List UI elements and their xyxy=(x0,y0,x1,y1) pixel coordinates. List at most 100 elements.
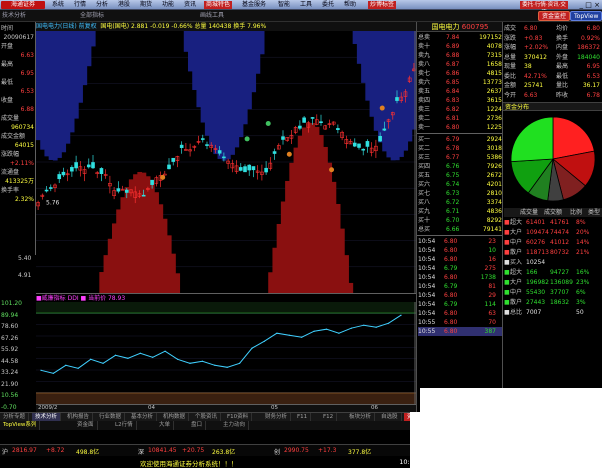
flow-ratio: 21% xyxy=(576,249,590,256)
kline-chart-area[interactable]: 国电电力(日线) 前复权 国电(国电) 2.881 -0.019 -0.66% … xyxy=(36,22,416,412)
stat-value2: 186372 xyxy=(577,44,600,51)
maximize-icon[interactable]: □ xyxy=(585,1,592,9)
order-row[interactable]: 买一 6.79 2924 xyxy=(418,135,502,144)
flow-row: ■ 大户 196982 136089 23% xyxy=(504,278,602,287)
order-row[interactable]: 卖二 6.81 2736 xyxy=(418,114,502,123)
order-row[interactable]: 买十 6.70 8292 xyxy=(418,216,502,225)
order-row[interactable]: 卖九 6.88 7315 xyxy=(418,51,502,60)
flow-key: 散户 xyxy=(510,299,523,306)
candlestick-plot[interactable]: 5.76 xyxy=(36,31,416,293)
menu-item[interactable]: 基金服务 xyxy=(240,1,268,9)
menu-item[interactable]: 港股 xyxy=(116,1,132,9)
top-right-label[interactable]: 委托·行情·资讯·交流 xyxy=(520,1,568,16)
tick-volume: 63 xyxy=(488,310,496,317)
toolbar-all-indicators[interactable]: 全部指标 xyxy=(80,11,104,20)
tick-price: 6.79 xyxy=(444,283,458,290)
order-row[interactable]: 总卖 7.84 197152 xyxy=(418,33,502,42)
order-row[interactable]: 买三 6.77 5386 xyxy=(418,153,502,162)
menu-item[interactable]: 商城特色 xyxy=(204,1,233,9)
tick-price: 6.80 xyxy=(444,256,458,263)
toolbar-tech-analysis[interactable]: 技术分析 xyxy=(2,11,26,20)
close-icon[interactable]: × xyxy=(594,1,600,9)
stat-value: 6.80 xyxy=(524,25,538,32)
bar-info-key: 时间 xyxy=(1,25,14,32)
bottom-tab-2[interactable]: 主力动向 xyxy=(220,421,250,430)
order-row[interactable]: 卖七 6.86 4815 xyxy=(418,69,502,78)
bar-info-row: 开盘 xyxy=(1,42,35,51)
flow-bullet-icon: ■ xyxy=(504,239,510,246)
bottom-tab-2[interactable]: 资金面 xyxy=(74,421,98,430)
indicator-plot[interactable] xyxy=(36,302,416,404)
order-price: 6.82 xyxy=(446,106,460,113)
order-row[interactable]: 买五 6.75 2672 xyxy=(418,171,502,180)
indicator-point xyxy=(263,340,266,342)
order-row[interactable]: 卖一 6.80 1225 xyxy=(418,123,502,132)
menu-item[interactable]: 委托 xyxy=(320,1,336,9)
tick-price: 6.80 xyxy=(444,319,458,326)
order-price: 6.85 xyxy=(446,79,460,86)
order-row[interactable]: 买九 6.71 4836 xyxy=(418,207,502,216)
fund-monitor-button[interactable]: 资金监控 xyxy=(538,11,571,21)
order-row[interactable]: 卖三 6.82 1224 xyxy=(418,105,502,114)
index-value: 10841.45 xyxy=(148,447,177,454)
order-label: 买九 xyxy=(418,208,431,215)
order-volume: 1225 xyxy=(486,124,502,131)
order-price: 6.74 xyxy=(446,181,460,188)
order-row[interactable]: 买四 6.76 7926 xyxy=(418,162,502,171)
menu-item[interactable]: 帮助 xyxy=(342,1,358,9)
order-label: 卖九 xyxy=(418,52,431,59)
app-logo[interactable]: 海通证券 xyxy=(1,1,45,9)
order-row[interactable]: 卖八 6.87 1658 xyxy=(418,60,502,69)
bottom-tab-2[interactable]: 大单 xyxy=(156,421,175,430)
minimize-icon[interactable]: _ xyxy=(580,1,584,9)
tick-time: 10:54 xyxy=(418,256,436,263)
bottom-tab-2[interactable]: L2行情 xyxy=(112,421,137,430)
menu-item[interactable]: 系统 xyxy=(50,1,66,9)
bottom-tab-2[interactable]: 盘口 xyxy=(188,421,207,430)
flow-row: ■ 超大 166 94727 16% xyxy=(504,268,602,277)
tick-row: 10:55 6.80 70 xyxy=(418,318,502,327)
bar-info-value: 960734 xyxy=(11,124,34,131)
order-row[interactable]: 买二 6.78 3018 xyxy=(418,144,502,153)
flow-bullet-icon: ■ xyxy=(504,229,510,236)
menu-item[interactable]: 行情 xyxy=(72,1,88,9)
order-row[interactable]: 买八 6.72 3374 xyxy=(418,198,502,207)
stats-panel: 成交 6.80 均价 6.80 涨跌 +0.83 换手 0.92% 涨幅 +2.02% 内盘 1863… xyxy=(502,22,602,412)
order-price: 6.79 xyxy=(446,136,460,143)
menu-item[interactable]: 智能 xyxy=(276,1,292,9)
flow-volume: 118713 xyxy=(526,249,549,256)
bar-info-row: 最低 xyxy=(1,78,35,87)
bottom-tab-2[interactable]: TopView系列 xyxy=(0,421,41,430)
tick-row: 10:54 6.79 81 xyxy=(418,282,502,291)
stat-value: 6.63 xyxy=(524,91,538,99)
order-volume: 2637 xyxy=(486,88,502,95)
main-y-tick: 5.40 xyxy=(18,255,32,262)
order-row[interactable]: 卖五 6.84 2637 xyxy=(418,87,502,96)
order-row[interactable]: 总买 6.66 79141 xyxy=(418,225,502,234)
menu-item[interactable]: 工具 xyxy=(298,1,314,9)
flow-header-cell: 成交额 xyxy=(544,209,563,216)
index-name: 沪 xyxy=(2,449,9,456)
flow-bullet-icon: ■ xyxy=(504,299,510,306)
menu-item[interactable]: 资讯 xyxy=(182,1,198,9)
topview-button[interactable]: TopView xyxy=(570,11,602,21)
order-row[interactable]: 卖十 6.89 4078 xyxy=(418,42,502,51)
order-volume: 4078 xyxy=(486,43,502,50)
flow-bullet-icon: ■ xyxy=(504,279,510,286)
indicator-point xyxy=(40,369,42,371)
order-row[interactable]: 卖六 6.85 13773 xyxy=(418,78,502,87)
flow-amount: 74474 xyxy=(550,229,570,236)
toolbar-draw-tools[interactable]: 画线工具 xyxy=(200,11,224,20)
stat-value2: 6.95 xyxy=(586,63,600,70)
window-controls[interactable]: _ □ × xyxy=(572,1,600,9)
indicator-point xyxy=(338,332,340,334)
stat-key2: 量比 xyxy=(556,82,569,89)
order-row[interactable]: 买七 6.73 2810 xyxy=(418,189,502,198)
order-row[interactable]: 买六 6.74 4201 xyxy=(418,180,502,189)
menu-item[interactable]: 分析 xyxy=(94,1,110,9)
menu-item-highlight[interactable]: 炒博标签 xyxy=(368,1,397,9)
stat-value: 42.71% xyxy=(524,72,547,80)
menu-item[interactable]: 功能 xyxy=(160,1,176,9)
menu-item[interactable]: 期货 xyxy=(138,1,154,9)
order-row[interactable]: 卖四 6.83 3615 xyxy=(418,96,502,105)
